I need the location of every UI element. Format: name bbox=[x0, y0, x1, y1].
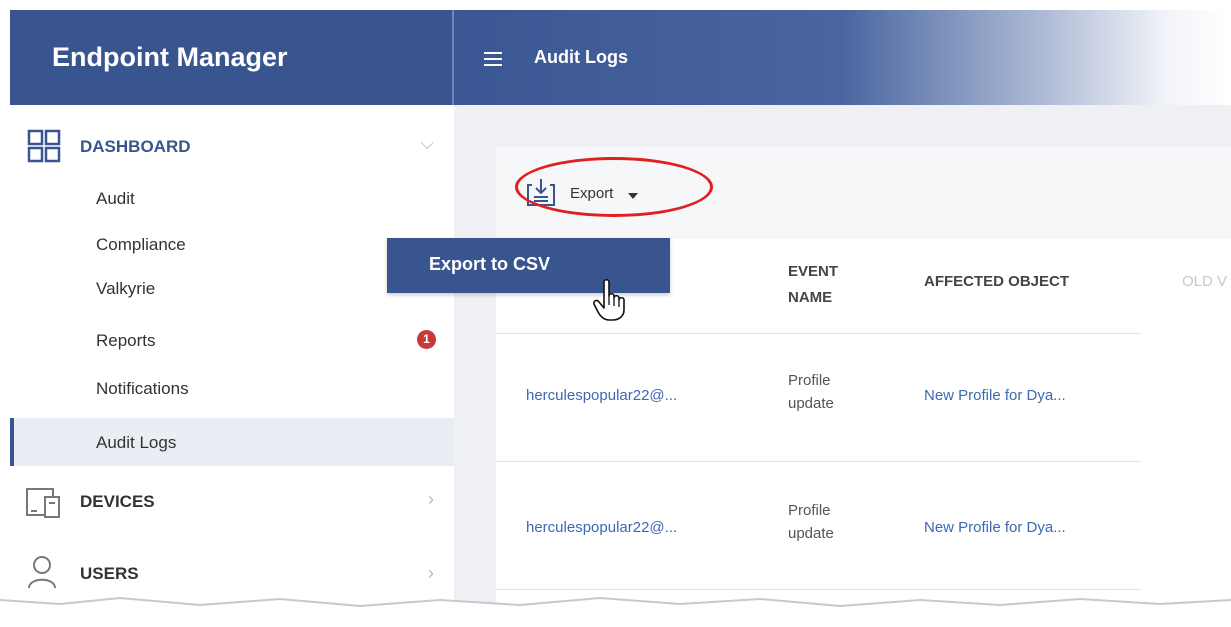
audit-logs-panel: Export EVENT NAME AFFECTED OBJECT OLD V … bbox=[496, 147, 1231, 627]
affected-object-link[interactable]: New Profile for Dya... bbox=[924, 387, 1066, 404]
sidebar-item-label: Compliance bbox=[96, 235, 186, 254]
chevron-right-icon: › bbox=[428, 563, 434, 583]
sidebar-item-label: Audit bbox=[96, 189, 135, 208]
top-strip bbox=[0, 0, 1231, 10]
affected-object-link[interactable]: New Profile for Dya... bbox=[924, 519, 1066, 536]
sidebar-section-label: DEVICES bbox=[80, 492, 155, 511]
sidebar-item-notifications[interactable]: Notifications bbox=[10, 371, 454, 419]
sidebar-section-devices[interactable]: DEVICES › bbox=[10, 473, 454, 533]
screenshot-stage: Endpoint Manager Audit Logs DASHBOARD ⌵ … bbox=[0, 0, 1231, 627]
sidebar-section-label: DASHBOARD bbox=[80, 137, 191, 156]
sidebar-section-label: USERS bbox=[80, 564, 139, 583]
column-header-line: EVENT bbox=[788, 263, 839, 280]
page-title: Audit Logs bbox=[534, 47, 628, 67]
column-header-line: NAME bbox=[788, 289, 833, 306]
annotation-highlight-circle bbox=[515, 157, 713, 217]
dashboard-grid-icon bbox=[27, 129, 61, 163]
main-content: Export EVENT NAME AFFECTED OBJECT OLD V … bbox=[454, 105, 1231, 627]
event-name-line: Profile bbox=[788, 502, 831, 519]
chevron-right-icon: › bbox=[428, 489, 434, 509]
user-link[interactable]: herculespopular22@... bbox=[526, 519, 677, 536]
sidebar-item-label: Reports bbox=[96, 331, 156, 350]
row-divider bbox=[496, 333, 1141, 334]
row-divider bbox=[496, 461, 1141, 462]
hand-cursor-icon bbox=[593, 278, 625, 321]
event-name-cell: Profile update bbox=[788, 369, 834, 415]
sidebar: DASHBOARD ⌵ Audit Compliance Valkyrie Re… bbox=[10, 105, 454, 627]
top-bar: Audit Logs bbox=[454, 10, 1231, 105]
chevron-down-icon: ⌵ bbox=[420, 133, 434, 153]
event-name-line: update bbox=[788, 525, 834, 542]
user-icon bbox=[28, 556, 56, 589]
sidebar-item-label: Valkyrie bbox=[96, 279, 156, 298]
sidebar-section-dashboard[interactable]: DASHBOARD ⌵ bbox=[10, 113, 454, 173]
reports-count-badge: 1 bbox=[417, 330, 436, 349]
event-name-line: update bbox=[788, 395, 834, 412]
brand-title: Endpoint Manager bbox=[10, 10, 454, 105]
user-link[interactable]: herculespopular22@... bbox=[526, 387, 677, 404]
torn-edge-decoration bbox=[0, 596, 1231, 627]
hamburger-menu-icon[interactable] bbox=[484, 52, 502, 66]
sidebar-item-reports[interactable]: Reports 1 bbox=[10, 323, 454, 371]
column-header-affected-object[interactable]: AFFECTED OBJECT bbox=[924, 273, 1069, 290]
event-name-line: Profile bbox=[788, 372, 831, 389]
event-name-cell: Profile update bbox=[788, 499, 834, 545]
export-to-csv-option[interactable]: Export to CSV bbox=[429, 254, 550, 275]
sidebar-item-audit-logs[interactable]: Audit Logs bbox=[10, 418, 454, 466]
toolbar: Export bbox=[496, 147, 1231, 239]
sidebar-item-label: Notifications bbox=[96, 379, 189, 398]
column-header-old-value[interactable]: OLD V bbox=[1182, 273, 1227, 290]
devices-icon bbox=[26, 488, 60, 518]
sidebar-item-audit[interactable]: Audit bbox=[10, 175, 454, 223]
sidebar-item-label: Audit Logs bbox=[96, 433, 177, 452]
column-header-event-name[interactable]: EVENT NAME bbox=[788, 259, 838, 311]
